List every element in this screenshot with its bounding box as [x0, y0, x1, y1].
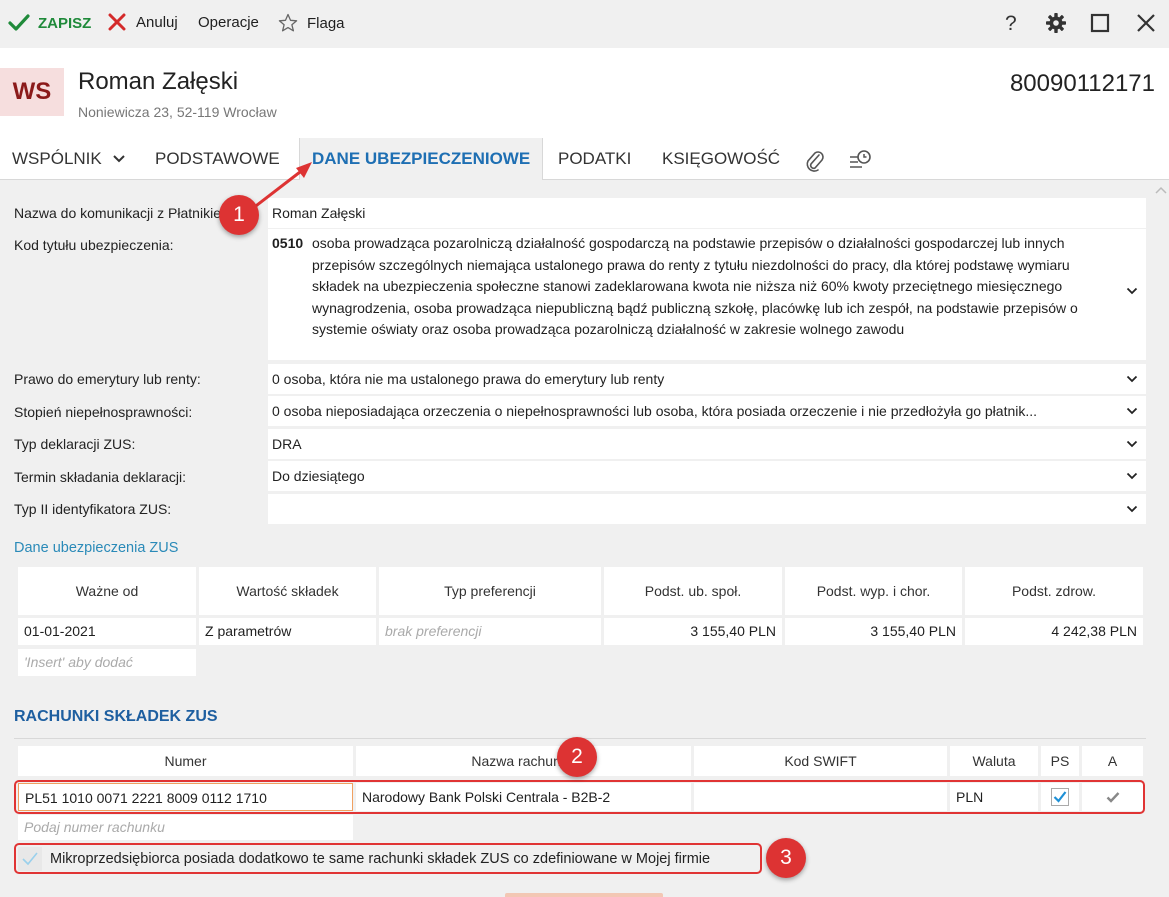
annotation-arrow-head	[296, 162, 312, 178]
scroll-edge-indicator	[505, 893, 663, 897]
annotation-badge-2: 2	[557, 737, 597, 777]
annotation-box-same-accounts	[14, 843, 762, 874]
annotation-badge-3: 3	[766, 838, 806, 878]
annotation-box-account-row	[14, 780, 1145, 814]
annotation-badge-1: 1	[219, 195, 259, 235]
